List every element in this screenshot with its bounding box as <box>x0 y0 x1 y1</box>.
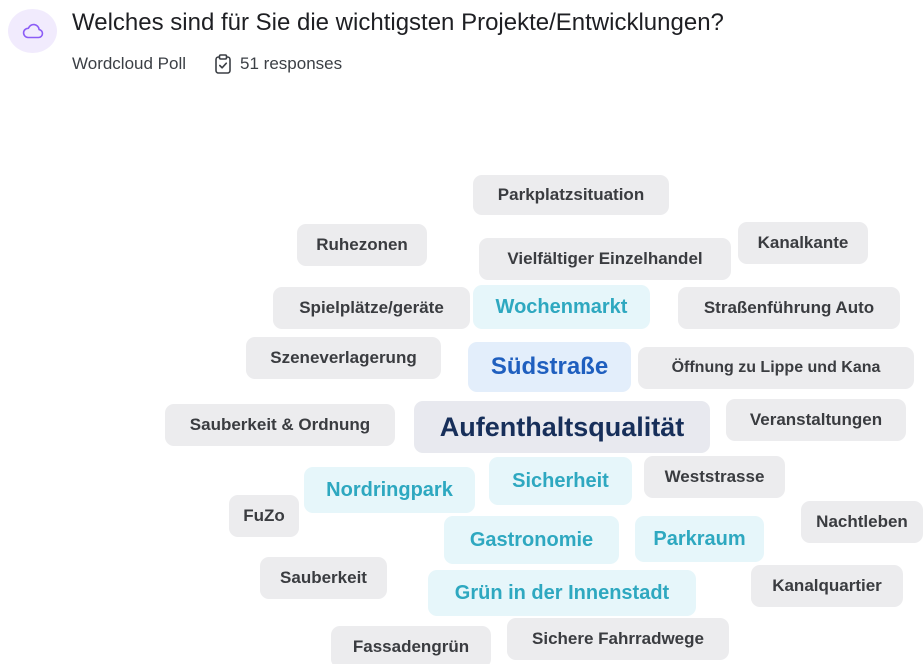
word-chip: Szeneverlagerung <box>246 337 441 379</box>
word-chip: Grün in der Innenstadt <box>428 570 696 616</box>
word-chip: Parkplatzsituation <box>473 175 669 215</box>
word-chip: Parkraum <box>635 516 764 562</box>
word-chip: Nachtleben <box>801 501 923 543</box>
word-chip: Sichere Fahrradwege <box>507 618 729 660</box>
word-chip: Kanalquartier <box>751 565 903 607</box>
word-chip: Spielplätze/geräte <box>273 287 470 329</box>
word-chip: Veranstaltungen <box>726 399 906 441</box>
word-chip: Ruhezonen <box>297 224 427 266</box>
word-chip: Nordringpark <box>304 467 475 513</box>
word-chip: Sauberkeit & Ordnung <box>165 404 395 446</box>
word-chip: Vielfältiger Einzelhandel <box>479 238 731 280</box>
word-chip: Aufenthaltsqualität <box>414 401 710 453</box>
word-cloud: Parkplatzsituation Ruhezonen Vielfältige… <box>0 0 923 664</box>
word-chip: Gastronomie <box>444 516 619 564</box>
word-chip: Öffnung zu Lippe und Kana <box>638 347 914 389</box>
word-chip: Sauberkeit <box>260 557 387 599</box>
word-chip: Straßenführung Auto <box>678 287 900 329</box>
word-chip: FuZo <box>229 495 299 537</box>
word-chip: Weststrasse <box>644 456 785 498</box>
word-chip: Südstraße <box>468 342 631 392</box>
poll-result-page: Welches sind für Sie die wichtigsten Pro… <box>0 0 923 664</box>
word-chip: Sicherheit <box>489 457 632 505</box>
word-chip: Wochenmarkt <box>473 285 650 329</box>
word-chip: Fassadengrün <box>331 626 491 664</box>
word-chip: Kanalkante <box>738 222 868 264</box>
